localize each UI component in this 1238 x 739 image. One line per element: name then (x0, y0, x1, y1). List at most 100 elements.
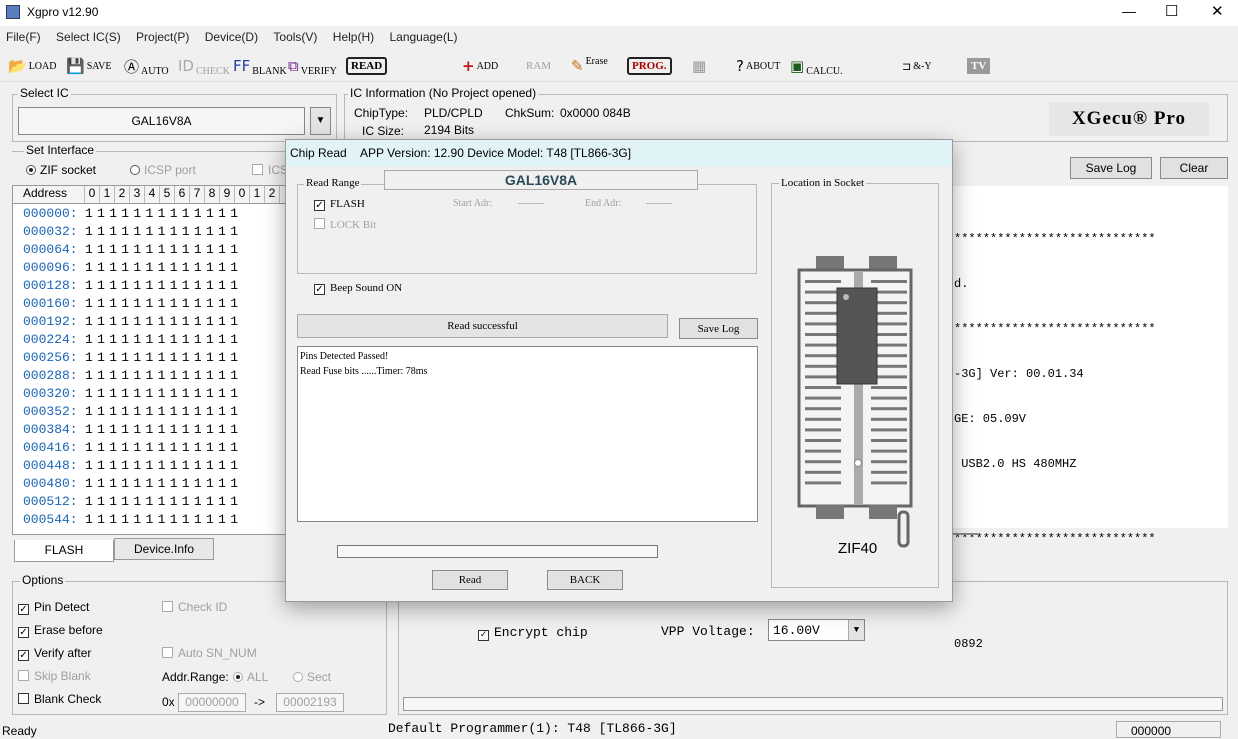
table-row[interactable]: 000416: 1111111111111 (13, 438, 289, 456)
socket-pin (871, 407, 907, 411)
table-row[interactable]: 000544: 1111111111111 (13, 510, 289, 528)
erase-button[interactable]: ✎ Erase (571, 52, 608, 80)
tab-flash[interactable]: FLASH (14, 540, 114, 562)
dialog-save-log-button[interactable]: Save Log (679, 318, 758, 339)
maximize-button[interactable]: ☐ (1165, 2, 1178, 20)
socket-pin (871, 439, 907, 442)
auto-sn-checkbox[interactable]: Auto SN_NUM (162, 646, 257, 660)
socket-pin (805, 417, 841, 421)
socket-pin (871, 396, 907, 400)
dialog-progress-bar (337, 545, 658, 558)
table-row[interactable]: 000448: 1111111111111 (13, 456, 289, 474)
tv-button[interactable]: TV (967, 52, 991, 80)
row-address: 000480: (23, 475, 78, 491)
row-address: 000032: (23, 223, 78, 239)
table-row[interactable]: 000224: 1111111111111 (13, 330, 289, 348)
row-address: 000000: (23, 205, 78, 221)
menu-language[interactable]: Language(L) (383, 26, 463, 44)
buffer-grid[interactable]: Address 0 1 2 3 4 5 6 7 8 9 0 1 2 000000… (12, 185, 290, 535)
menu-file[interactable]: File(F) (0, 26, 47, 44)
radio-off-icon (130, 165, 140, 175)
dialog-back-button[interactable]: BACK (547, 570, 623, 590)
zif-radio[interactable]: ZIF socket (26, 163, 96, 177)
tab-device-info[interactable]: Device.Info (114, 538, 214, 560)
vpp-select[interactable]: 16.00V ▼ (768, 619, 865, 641)
logic-button[interactable]: ⊐ &-Y (902, 52, 932, 80)
table-row[interactable]: 000384: 1111111111111 (13, 420, 289, 438)
pin-detect-checkbox[interactable]: ✓ Pin Detect (18, 600, 89, 615)
read-flash-checkbox[interactable]: ✓ FLASH (314, 198, 365, 211)
load-button[interactable]: 📂 LOAD (8, 52, 56, 80)
about-button[interactable]: ? ABOUT (736, 52, 780, 80)
clear-button[interactable]: Clear (1160, 157, 1228, 179)
ics-checkbox[interactable]: ICS (252, 163, 288, 177)
encrypt-checkbox[interactable]: ✓ Encrypt chip (478, 625, 588, 641)
checkbox-icon (18, 693, 29, 704)
socket-pin (871, 417, 907, 421)
icsp-radio[interactable]: ICSP port (130, 163, 196, 177)
menu-device[interactable]: Device(D) (199, 26, 264, 44)
addr-all-radio[interactable]: ALL (233, 670, 268, 684)
dialog-title-bar: Chip Read APP Version: 12.90 Device Mode… (286, 140, 952, 166)
table-row[interactable]: 000128: 1111111111111 (13, 276, 289, 294)
auto-icon: Ⓐ (124, 57, 140, 76)
check-button[interactable]: ID CHECK (178, 52, 230, 80)
table-row[interactable]: 000032: 1111111111111 (13, 222, 289, 240)
table-row[interactable]: 000064: 1111111111111 (13, 240, 289, 258)
table-row[interactable]: 000192: 1111111111111 (13, 312, 289, 330)
calcu-button[interactable]: ▣ CALCU. (790, 52, 843, 80)
checkbox-icon (314, 218, 325, 229)
table-row[interactable]: 000160: 1111111111111 (13, 294, 289, 312)
table-row[interactable]: 000480: 1111111111111 (13, 474, 289, 492)
menu-project[interactable]: Project(P) (130, 26, 195, 44)
dialog-read-button[interactable]: Read (432, 570, 508, 590)
verify-button[interactable]: ⧉ VERIFY (288, 52, 337, 80)
checkmark-icon: ✓ (478, 630, 489, 641)
row-address: 000160: (23, 295, 78, 311)
table-row[interactable]: 000320: 1111111111111 (13, 384, 289, 402)
select-ic-dropdown-icon[interactable]: ▼ (310, 107, 331, 135)
auto-button[interactable]: Ⓐ AUTO (124, 52, 169, 80)
row-address: 000384: (23, 421, 78, 437)
blank-button[interactable]: FF BLANK (233, 52, 287, 80)
beep-checkbox[interactable]: ✓ Beep Sound ON (314, 282, 402, 295)
radio-on-icon (233, 672, 243, 682)
menu-select-ic[interactable]: Select IC(S) (50, 26, 127, 44)
status-programmer: Default Programmer(1): T48 [TL866-3G] (388, 721, 677, 736)
save-button[interactable]: 💾 SAVE (66, 52, 112, 80)
main-save-log-button[interactable]: Save Log (1070, 157, 1152, 179)
read-button[interactable]: READ (346, 52, 388, 80)
table-row[interactable]: 000256: 1111111111111 (13, 348, 289, 366)
ram-button[interactable]: RAM (526, 52, 551, 80)
select-ic-label: Select IC (18, 86, 71, 100)
addr-sect-radio[interactable]: Sect (293, 670, 331, 684)
blank-check-checkbox[interactable]: Blank Check (18, 692, 101, 706)
table-row[interactable]: 000288: 1111111111111 (13, 366, 289, 384)
chip-button[interactable]: ▦ (692, 52, 706, 80)
read-lock-bit-checkbox[interactable]: LOCK Bit (314, 218, 376, 231)
table-row[interactable]: 000352: 1111111111111 (13, 402, 289, 420)
table-row[interactable]: 000512: 1111111111111 (13, 492, 289, 510)
socket-pin (805, 322, 841, 326)
log-scrollbar[interactable] (950, 533, 978, 535)
add-button[interactable]: + ADD (462, 52, 498, 80)
row-bits: 1111111111111 (85, 421, 243, 437)
checkbox-icon (18, 670, 29, 681)
minimize-button[interactable]: — (1122, 3, 1136, 19)
check-id-checkbox[interactable]: Check ID (162, 600, 227, 614)
verify-after-checkbox[interactable]: ✓ Verify after (18, 646, 91, 661)
prog-button[interactable]: PROG. (627, 52, 672, 80)
close-button[interactable]: ✕ (1211, 2, 1224, 20)
table-row[interactable]: 000096: 1111111111111 (13, 258, 289, 276)
socket-pin (805, 460, 841, 464)
erase-before-checkbox[interactable]: ✓ Erase before (18, 623, 103, 638)
start-address-input[interactable]: 00000000 (178, 693, 246, 712)
table-row[interactable]: 000000: 1111111111111 (13, 204, 289, 222)
menu-tools[interactable]: Tools(V) (267, 26, 323, 44)
window-title: Xgpro v12.90 (27, 5, 99, 19)
menu-help[interactable]: Help(H) (327, 26, 380, 44)
skip-blank-checkbox[interactable]: Skip Blank (18, 669, 91, 683)
end-address-input[interactable]: 00002193 (276, 693, 344, 712)
select-ic-field[interactable]: GAL16V8A (18, 107, 305, 135)
row-address: 000224: (23, 331, 78, 347)
